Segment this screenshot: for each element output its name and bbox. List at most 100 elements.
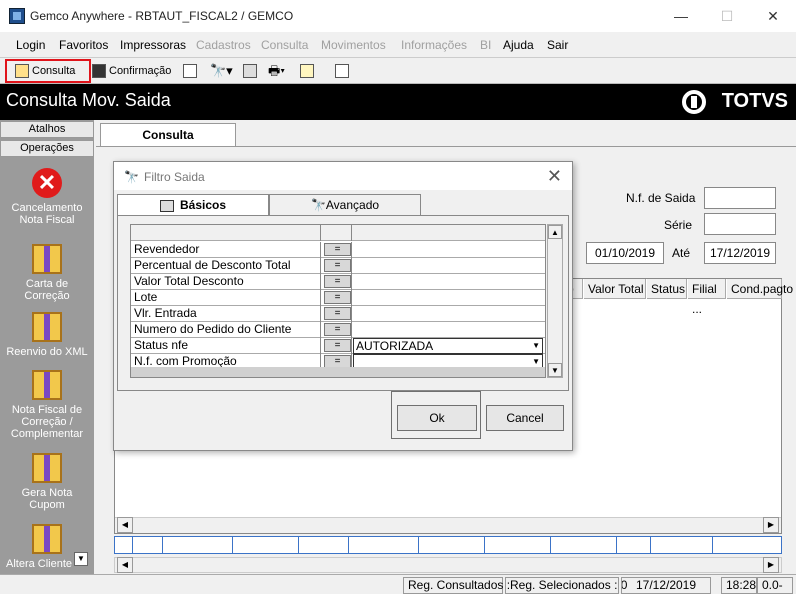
scroll-left-icon[interactable]: ◀ xyxy=(117,517,133,533)
menu-favoritos[interactable]: Favoritos xyxy=(59,38,108,52)
nf-saida-input[interactable] xyxy=(704,187,776,209)
filter-row-percentual-desconto[interactable]: Percentual de Desconto Total = xyxy=(131,258,545,274)
operator-button[interactable]: = xyxy=(324,307,351,320)
status-date: 17/12/2019 xyxy=(621,577,711,594)
status-bar: Reg. Consultados : Reg. Selecionados : 0… xyxy=(0,574,796,594)
dialog-title-bar: 🔭 Filtro Saida ✕ xyxy=(114,162,572,190)
operator-button[interactable]: = xyxy=(324,291,351,304)
save-icon xyxy=(92,64,106,79)
ate-label: Até xyxy=(672,246,691,260)
search-folder-icon xyxy=(15,64,29,79)
help-button[interactable] xyxy=(300,61,318,81)
menu-movimentos[interactable]: Movimentos xyxy=(321,38,386,52)
gift-icon xyxy=(32,312,62,342)
totals-row xyxy=(114,536,782,554)
help-icon xyxy=(300,64,314,79)
status-reg-selecionados: Reg. Selecionados : 0 xyxy=(505,577,627,594)
sidebar-item-carta-correcao[interactable]: Carta de Correção xyxy=(0,244,94,302)
status-time: 18:28 xyxy=(721,577,757,594)
scroll-up-icon[interactable]: ▲ xyxy=(548,225,562,239)
basicos-panel: Revendedor = Percentual de Desconto Tota… xyxy=(117,215,569,391)
status-reg-consultados: Reg. Consultados : xyxy=(403,577,510,594)
filter-row-revendedor[interactable]: Revendedor = xyxy=(131,242,545,258)
print-button[interactable]: 🖶▾ xyxy=(268,61,296,81)
sidebar-item-gera-nota[interactable]: Gera Nota Cupom xyxy=(0,453,94,511)
menu-cadastros[interactable]: Cadastros xyxy=(196,38,251,52)
tab-basicos-label: Básicos xyxy=(179,198,227,212)
sidebar-tab-operacoes[interactable]: Operações xyxy=(0,140,94,157)
status-nfe-select[interactable]: AUTORIZADA ▼ xyxy=(353,338,543,354)
calendar-button[interactable] xyxy=(335,61,353,81)
binoculars-icon: 🔭 xyxy=(310,198,326,212)
sidebar: Atalhos Operações ✕ Cancelamento Nota Fi… xyxy=(0,120,94,594)
operator-button[interactable]: = xyxy=(324,275,351,288)
cancel-button[interactable]: Cancel xyxy=(486,405,564,431)
menu-login[interactable]: Login xyxy=(16,38,45,52)
export-button[interactable] xyxy=(243,61,261,81)
printer-icon: 🖶▾ xyxy=(268,63,286,78)
sidebar-item-nf-correcao[interactable]: Nota Fiscal de Correção / Complementar xyxy=(0,370,94,440)
operator-button[interactable]: = xyxy=(324,259,351,272)
grid-vertical-scrollbar[interactable]: ▲ ▼ xyxy=(547,224,563,378)
toolbar: Consulta Confirmação 🔭▾ 🖶▾ xyxy=(0,58,796,84)
column-header-cond-pagto[interactable]: Cond.pagto xyxy=(727,279,793,299)
menu-informacoes[interactable]: Informações xyxy=(401,38,467,52)
scroll-down-icon[interactable]: ▼ xyxy=(548,363,562,377)
sidebar-item-label: Reenvio do XML xyxy=(6,346,88,358)
filter-row-vlr-entrada[interactable]: Vlr. Entrada = xyxy=(131,306,545,322)
serie-input[interactable] xyxy=(704,213,776,235)
close-button[interactable]: ✕ xyxy=(750,0,796,32)
menu-sair[interactable]: Sair xyxy=(547,38,568,52)
tab-consulta[interactable]: Consulta xyxy=(100,123,236,147)
tab-avancado[interactable]: 🔭Avançado xyxy=(269,194,421,216)
confirmacao-button[interactable]: Confirmação xyxy=(92,61,178,81)
dialog-close-icon[interactable]: ✕ xyxy=(547,166,562,187)
gift-icon xyxy=(32,244,62,274)
sidebar-scroll-down-button[interactable]: ▼ xyxy=(74,552,88,566)
menu-bi[interactable]: BI xyxy=(480,38,491,52)
operator-button[interactable]: = xyxy=(324,323,351,336)
filter-row-lote[interactable]: Lote = xyxy=(131,290,545,306)
maximize-button[interactable]: ☐ xyxy=(704,0,750,32)
totals-horizontal-scrollbar[interactable]: ◀ ▶ xyxy=(114,557,782,573)
confirmacao-label: Confirmação xyxy=(109,65,172,77)
ok-button[interactable]: Ok xyxy=(397,405,477,431)
filter-icon xyxy=(159,199,174,212)
sidebar-tab-atalhos[interactable]: Atalhos xyxy=(0,121,94,138)
menu-consulta[interactable]: Consulta xyxy=(261,38,308,52)
sidebar-item-reenvio-xml[interactable]: Reenvio do XML xyxy=(0,312,94,358)
minimize-button[interactable]: — xyxy=(658,0,704,32)
grid-horizontal-scrollbar[interactable] xyxy=(131,367,545,377)
filter-property-grid[interactable]: Revendedor = Percentual de Desconto Tota… xyxy=(130,224,546,378)
brand-name: TOTVS xyxy=(721,90,788,112)
filter-row-status-nfe[interactable]: Status nfe = AUTORIZADA ▼ xyxy=(131,338,545,354)
filter-row-valor-total-desconto[interactable]: Valor Total Desconto = xyxy=(131,274,545,290)
gift-icon xyxy=(32,453,62,483)
cancel-icon: ✕ xyxy=(32,168,62,198)
menu-impressoras[interactable]: Impressoras xyxy=(120,38,186,52)
sidebar-item-cancelamento[interactable]: ✕ Cancelamento Nota Fiscal xyxy=(0,168,94,226)
date-to-input[interactable]: 17/12/2019 xyxy=(704,242,776,264)
menu-ajuda[interactable]: Ajuda xyxy=(503,38,534,52)
consulta-label: Consulta xyxy=(32,65,76,77)
consulta-button[interactable]: Consulta xyxy=(5,59,91,83)
operator-button[interactable]: = xyxy=(324,339,351,352)
date-from-input[interactable]: 01/10/2019 xyxy=(586,242,664,264)
filtro-saida-dialog: 🔭 Filtro Saida ✕ Básicos 🔭Avançado Reven… xyxy=(113,161,573,451)
grid-horizontal-scrollbar[interactable]: ◀ ▶ xyxy=(115,517,781,533)
scroll-left-icon[interactable]: ◀ xyxy=(117,557,133,573)
document-icon xyxy=(183,64,197,79)
column-header-valor-total[interactable]: Valor Total xyxy=(584,279,646,299)
scroll-right-icon[interactable]: ▶ xyxy=(763,517,779,533)
scroll-right-icon[interactable]: ▶ xyxy=(763,557,779,573)
serie-label: Série xyxy=(664,218,693,232)
column-header-status[interactable]: Status xyxy=(647,279,687,299)
tab-basicos[interactable]: Básicos xyxy=(117,194,269,216)
sidebar-item-label: Cancelamento Nota Fiscal xyxy=(11,202,83,226)
operator-button[interactable]: = xyxy=(324,243,351,256)
filter-row-numero-pedido[interactable]: Numero do Pedido do Cliente = xyxy=(131,322,545,338)
new-document-button[interactable] xyxy=(183,61,199,81)
app-icon xyxy=(9,8,25,24)
find-button[interactable]: 🔭▾ xyxy=(210,61,238,81)
column-header-filial[interactable]: Filial ... xyxy=(688,279,726,316)
